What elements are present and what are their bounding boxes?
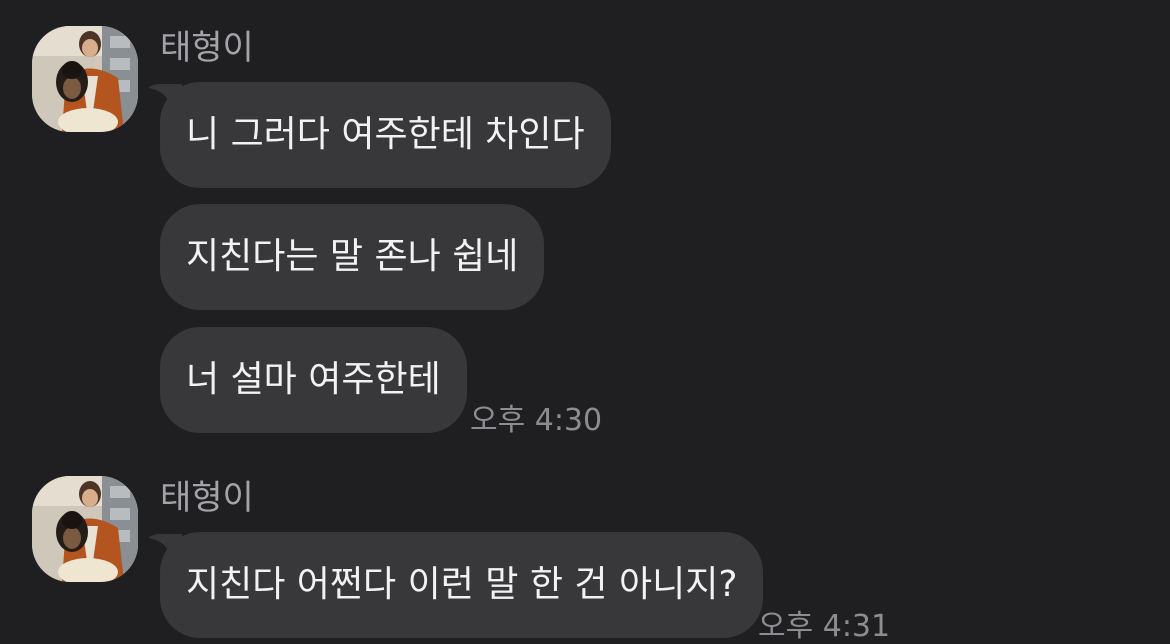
message-group: 태형이 니 그러다 여주한테 차인다 지친다는 말 존나 쉽네 너 설마 여주한… bbox=[0, 0, 1170, 440]
sender-name: 태형이 bbox=[160, 478, 254, 518]
message-timestamp: 오후 4:30 bbox=[470, 403, 603, 438]
sender-name: 태형이 bbox=[160, 28, 254, 68]
message-bubble[interactable]: 지친다 어쩐다 이런 말 한 건 아니지? bbox=[160, 532, 764, 638]
sender-avatar[interactable] bbox=[32, 26, 138, 132]
message-timestamp: 오후 4:31 bbox=[758, 609, 891, 644]
avatar-photo-icon bbox=[32, 476, 138, 582]
sender-avatar[interactable] bbox=[32, 476, 138, 582]
message-group: 태형이 지친다 어쩐다 이런 말 한 건 아니지? 오후 4:31 bbox=[0, 450, 1170, 644]
message-bubble[interactable]: 너 설마 여주한테 bbox=[160, 327, 467, 433]
message-bubble[interactable]: 지친다는 말 존나 쉽네 bbox=[160, 204, 545, 310]
avatar-photo-icon bbox=[32, 26, 138, 132]
message-bubble[interactable]: 니 그러다 여주한테 차인다 bbox=[160, 82, 611, 188]
